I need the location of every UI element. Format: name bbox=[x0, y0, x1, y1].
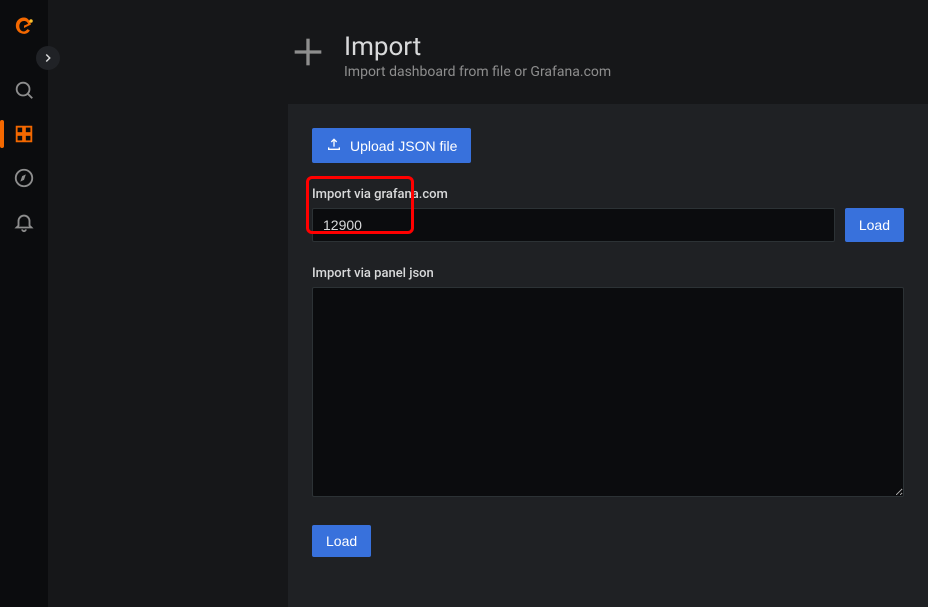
page-title: Import bbox=[344, 32, 611, 62]
plus-icon bbox=[288, 32, 328, 76]
upload-json-label: Upload JSON file bbox=[350, 138, 457, 154]
import-via-panel-json-group: Import via panel json bbox=[312, 266, 904, 501]
import-via-grafana-label: Import via grafana.com bbox=[312, 187, 904, 202]
page-subtitle: Import dashboard from file or Grafana.co… bbox=[344, 64, 611, 80]
upload-json-button[interactable]: Upload JSON file bbox=[312, 128, 471, 163]
page-header: Import Import dashboard from file or Gra… bbox=[248, 0, 928, 104]
import-form-panel: Upload JSON file Import via grafana.com … bbox=[288, 104, 928, 607]
grafana-logo[interactable] bbox=[4, 8, 44, 48]
import-via-grafana-group: Import via grafana.com Load bbox=[312, 187, 904, 242]
import-via-panel-json-label: Import via panel json bbox=[312, 266, 904, 281]
upload-icon bbox=[326, 136, 342, 155]
grafana-id-input[interactable] bbox=[312, 208, 835, 242]
sidebar-dashboards[interactable] bbox=[4, 114, 44, 154]
load-json-button[interactable]: Load bbox=[312, 525, 371, 557]
sidebar-alerting[interactable] bbox=[4, 202, 44, 242]
panel-json-textarea[interactable] bbox=[312, 287, 904, 497]
load-grafana-button[interactable]: Load bbox=[845, 208, 904, 242]
sidebar-search[interactable] bbox=[4, 70, 44, 110]
expand-sidebar-button[interactable] bbox=[36, 46, 60, 70]
sidebar bbox=[0, 0, 48, 607]
sidebar-explore[interactable] bbox=[4, 158, 44, 198]
main-content: Import Import dashboard from file or Gra… bbox=[48, 0, 928, 607]
